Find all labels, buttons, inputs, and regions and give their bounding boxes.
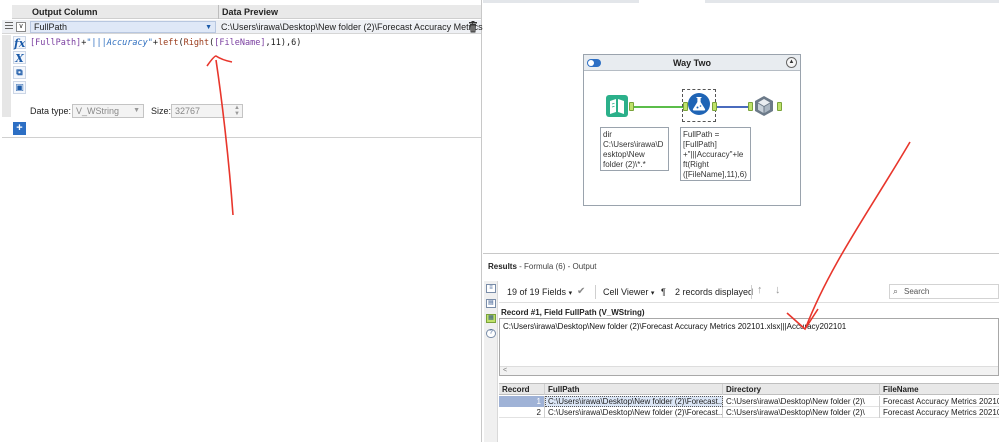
results-window: Results - Formula (6) - Output ≡ ▤ ▦ ? 1… xyxy=(483,253,999,442)
dropdown-caret-icon: ▼ xyxy=(205,24,212,31)
column-header-directory[interactable]: Directory xyxy=(723,384,880,395)
divider xyxy=(2,137,481,138)
formula-configuration-panel: Output Column Data Preview ∨ FullPath ▼ … xyxy=(0,0,493,442)
data-view-icon[interactable]: ▦ xyxy=(486,314,496,323)
drag-handle-icon[interactable] xyxy=(5,22,13,32)
expression-toolbar: fx X ⧉ ▣ xyxy=(12,35,28,117)
table-row[interactable]: 2 C:\Users\irawa\Desktop\New folder (2)\… xyxy=(499,407,999,418)
cell-viewer[interactable]: C:\Users\irawa\Desktop\New folder (2)\Fo… xyxy=(499,318,999,376)
directory-cell[interactable]: C:\Users\irawa\Desktop\New folder (2)\ xyxy=(723,407,880,418)
variable-icon[interactable]: X xyxy=(13,51,26,65)
formula-row: ∨ FullPath ▼ C:\Users\irawa\Desktop\New … xyxy=(2,20,493,34)
dropdown-caret-icon: ▼ xyxy=(133,107,140,114)
container-title-bar[interactable]: Way Two ▲ xyxy=(584,55,800,71)
column-header-record[interactable]: Record xyxy=(499,384,545,395)
chevron-down-icon: ▾ xyxy=(650,290,655,297)
recent-expressions-icon[interactable]: ⧉ xyxy=(13,66,26,79)
search-icon: ⌕ xyxy=(893,286,899,296)
pilcrow-icon[interactable]: ¶ xyxy=(661,286,666,298)
tool-container[interactable]: Way Two ▲ dir C:\Users\irawa\D esktop\Ne… xyxy=(583,54,801,206)
search-placeholder: Search xyxy=(904,287,930,296)
container-title: Way Two xyxy=(673,58,711,68)
row-side-strip xyxy=(2,35,11,117)
horizontal-scrollbar[interactable]: < xyxy=(500,366,998,375)
filename-cell[interactable]: Forecast Accuracy Metrics 202102.x xyxy=(880,407,999,418)
fullpath-cell[interactable]: C:\Users\irawa\Desktop\New folder (2)\Fo… xyxy=(545,396,723,407)
size-input[interactable]: 32767 ▲ ▼ xyxy=(171,104,243,118)
column-header-filename[interactable]: FileName xyxy=(880,384,999,395)
output-anchor[interactable] xyxy=(777,102,782,111)
expr-token-string: "|||Accuracy" xyxy=(86,38,153,48)
delete-row-icon[interactable] xyxy=(468,21,478,33)
fullpath-cell[interactable]: C:\Users\irawa\Desktop\New folder (2)\Fo… xyxy=(545,407,723,418)
table-view-icon[interactable]: ▤ xyxy=(486,299,496,308)
chevron-down-icon: ▾ xyxy=(568,290,573,297)
cell-value: C:\Users\irawa\Desktop\New folder (2)\Fo… xyxy=(503,322,847,331)
formula-tool-annotation: FullPath = [FullPath] +"|||Accuracy"+le … xyxy=(680,127,751,181)
checkmark-icon[interactable]: ✔ xyxy=(577,286,585,298)
results-side-toolbar: ≡ ▤ ▦ ? xyxy=(484,281,498,442)
spinner-icon: ▲ ▼ xyxy=(234,105,240,117)
fields-selector[interactable]: 19 of 19 Fields ▾ xyxy=(507,286,572,298)
output-anchor[interactable] xyxy=(712,102,717,111)
data-type-label: Data type: xyxy=(30,106,72,116)
directory-tool-icon[interactable] xyxy=(606,95,628,117)
filename-cell[interactable]: Forecast Accuracy Metrics 202101.xl xyxy=(880,396,999,407)
table-header-row: Record FullPath Directory FileName xyxy=(499,384,999,395)
expr-token-field: [FileName] xyxy=(214,38,266,48)
records-displayed: 2 records displayed xyxy=(675,287,754,297)
results-title-source: - Formula (6) - Output xyxy=(519,262,597,271)
divider xyxy=(595,285,596,299)
list-view-icon[interactable]: ≡ xyxy=(486,284,496,293)
workflow-canvas[interactable]: Way Two ▲ dir C:\Users\irawa\D esktop\Ne… xyxy=(483,0,999,252)
scroll-left-icon[interactable]: < xyxy=(503,367,507,374)
data-type-value: V_WString xyxy=(76,106,120,116)
directory-tool-annotation: dir C:\Users\irawa\D esktop\New folder (… xyxy=(600,127,669,171)
container-collapse-icon[interactable]: ▲ xyxy=(786,57,797,68)
fields-count: 19 of 19 Fields xyxy=(507,287,567,297)
results-table: Record FullPath Directory FileName 1 C:\… xyxy=(499,383,999,421)
results-toolbar: 19 of 19 Fields ▾ ✔ Cell Viewer ▾ ¶ 2 re… xyxy=(499,281,999,303)
output-anchor[interactable] xyxy=(629,102,634,111)
record-cell[interactable]: 2 xyxy=(499,407,545,418)
save-expression-icon[interactable]: ▣ xyxy=(13,81,26,94)
results-title-label: Results xyxy=(488,262,517,271)
expr-token-function: left xyxy=(157,38,179,48)
record-cell[interactable]: 1 xyxy=(499,396,545,407)
divider xyxy=(751,285,752,299)
size-label: Size: xyxy=(151,106,172,116)
output-column-header: Output Column xyxy=(12,5,219,19)
cell-viewer-label: Cell Viewer xyxy=(603,287,649,297)
table-row[interactable]: 1 C:\Users\irawa\Desktop\New folder (2)\… xyxy=(499,396,999,407)
search-input[interactable]: ⌕ Search xyxy=(889,284,999,299)
expr-token-args: ,11),6) xyxy=(265,38,302,48)
results-title: Results - Formula (6) - Output xyxy=(488,262,597,271)
arrow-up-icon[interactable]: ↑ xyxy=(757,284,763,296)
active-tab[interactable] xyxy=(639,0,705,3)
output-column-value: FullPath xyxy=(34,22,68,32)
size-value: 32767 xyxy=(175,106,201,116)
connection-wire xyxy=(632,106,685,108)
formula-grid-header: Output Column Data Preview xyxy=(12,5,481,19)
help-icon[interactable]: ? xyxy=(486,329,496,338)
data-preview-header: Data Preview xyxy=(222,7,279,17)
arrow-down-icon[interactable]: ↓ xyxy=(775,284,781,296)
add-formula-button[interactable]: + xyxy=(13,122,26,135)
canvas-tab-strip xyxy=(483,0,999,3)
expr-token-function: Right xyxy=(183,38,210,48)
function-icon[interactable]: fx xyxy=(13,36,26,50)
output-column-dropdown[interactable]: FullPath ▼ xyxy=(30,21,216,33)
expression-editor[interactable]: [FullPath]+"|||Accuracy"+left(Right([Fil… xyxy=(30,37,480,97)
data-type-dropdown[interactable]: V_WString ▼ xyxy=(72,104,144,118)
connection-wire xyxy=(714,106,750,108)
browse-tool-icon[interactable] xyxy=(753,95,775,117)
collapse-row-icon[interactable]: ∨ xyxy=(16,22,26,32)
column-header-fullpath[interactable]: FullPath xyxy=(545,384,723,395)
data-preview-value: C:\Users\irawa\Desktop\New folder (2)\Fo… xyxy=(221,22,493,32)
formula-tool-icon[interactable] xyxy=(688,93,710,115)
cell-viewer-dropdown[interactable]: Cell Viewer ▾ xyxy=(603,286,654,298)
directory-cell[interactable]: C:\Users\irawa\Desktop\New folder (2)\ xyxy=(723,396,880,407)
expr-token-field: [FullPath] xyxy=(30,38,82,48)
record-header: Record #1, Field FullPath (V_WString) xyxy=(501,308,645,317)
